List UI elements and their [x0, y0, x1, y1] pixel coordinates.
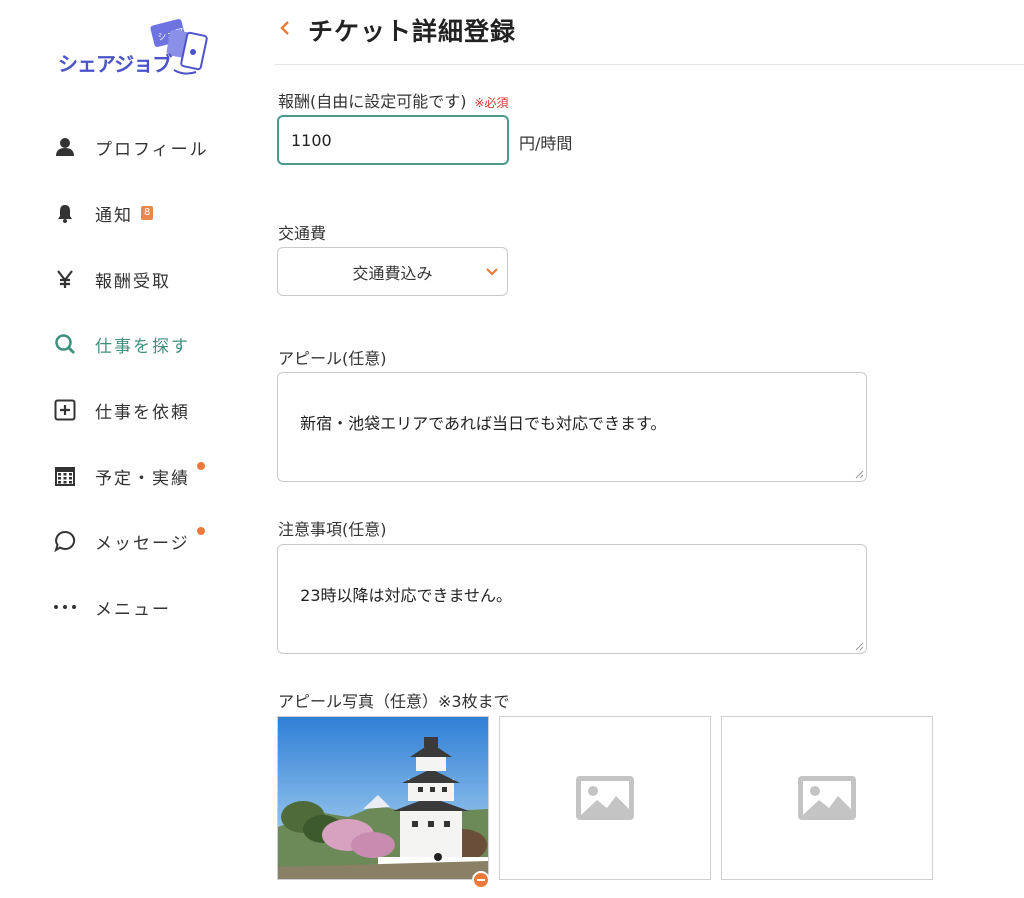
yen-icon [52, 266, 78, 292]
resize-handle-icon[interactable] [854, 469, 864, 479]
sidebar-item-reward[interactable]: 報酬受取 [52, 264, 171, 294]
search-icon [52, 331, 78, 357]
chevron-left-icon [280, 21, 289, 35]
transport-selected-value: 交通費込み [352, 263, 433, 283]
header-divider [275, 64, 1024, 65]
messages-unread-dot [197, 527, 205, 535]
sidebar-item-label: 報酬受取 [95, 271, 171, 292]
logo-text: シェアジョブ [58, 52, 172, 76]
appeal-label: アピール(任意) [278, 349, 387, 368]
back-button[interactable] [278, 16, 292, 44]
sidebar-item-messages[interactable]: メッセージ [52, 526, 190, 556]
image-placeholder-icon [798, 776, 856, 820]
image-placeholder-icon [576, 776, 634, 820]
reward-label-text: 報酬(自由に設定可能です) [278, 92, 467, 111]
appeal-photo-2-placeholder[interactable] [499, 716, 711, 880]
sidebar-item-find-job[interactable]: 仕事を探す [52, 329, 190, 359]
sidebar-item-label: 仕事を探す [95, 336, 190, 357]
transport-label: 交通費 [278, 224, 327, 243]
app-logo[interactable]: シェア シェアジョブ [56, 14, 212, 78]
reward-label: 報酬(自由に設定可能です) ※必須 [278, 88, 509, 112]
reward-input[interactable] [277, 115, 509, 165]
plus-square-icon [52, 397, 78, 423]
photos-label: アピール写真（任意）※3枚まで [278, 692, 510, 711]
sidebar-item-label: 仕事を依頼 [95, 402, 190, 423]
resize-handle-icon[interactable] [854, 641, 864, 651]
reward-unit: 円/時間 [519, 134, 573, 153]
sidebar-item-menu[interactable]: メニュー [52, 592, 171, 622]
notification-count-badge: 8 [141, 206, 154, 220]
sidebar-item-label: 予定・実績 [95, 468, 190, 489]
castle-photo [278, 717, 488, 879]
sidebar-item-label: メニュー [95, 599, 171, 620]
sidebar-item-profile[interactable]: プロフィール [52, 132, 209, 162]
sidebar-item-label: メッセージ [95, 533, 190, 554]
transport-select[interactable]: 交通費込み [277, 247, 508, 296]
calendar-icon [52, 463, 78, 489]
sidebar-item-notifications[interactable]: 通知 8 [52, 198, 154, 228]
sidebar-item-label: 通知 [95, 205, 133, 226]
more-dots-icon [52, 594, 78, 620]
bell-icon [52, 200, 78, 226]
person-icon [52, 134, 78, 160]
appeal-photo-3-placeholder[interactable] [721, 716, 933, 880]
required-marker: ※必須 [474, 96, 509, 110]
appeal-photo-1[interactable] [277, 716, 490, 889]
appeal-text: 新宿・池袋エリアであれば当日でも対応できます。 [300, 414, 667, 433]
schedule-unread-dot [197, 462, 205, 470]
appeal-textarea[interactable]: 新宿・池袋エリアであれば当日でも対応できます。 [277, 372, 867, 482]
sidebar-item-label: プロフィール [95, 139, 209, 160]
notes-text: 23時以降は対応できません。 [300, 586, 513, 605]
chat-bubble-icon [52, 528, 78, 554]
remove-photo-button[interactable] [472, 871, 490, 889]
notes-label: 注意事項(任意) [278, 520, 387, 539]
chevron-down-icon [486, 268, 498, 276]
notes-textarea[interactable]: 23時以降は対応できません。 [277, 544, 867, 654]
sidebar-item-schedule[interactable]: 予定・実績 [52, 461, 190, 491]
minus-icon [477, 879, 485, 881]
sidebar-item-request-job[interactable]: 仕事を依頼 [52, 395, 190, 425]
page-title: チケット詳細登録 [308, 17, 517, 46]
